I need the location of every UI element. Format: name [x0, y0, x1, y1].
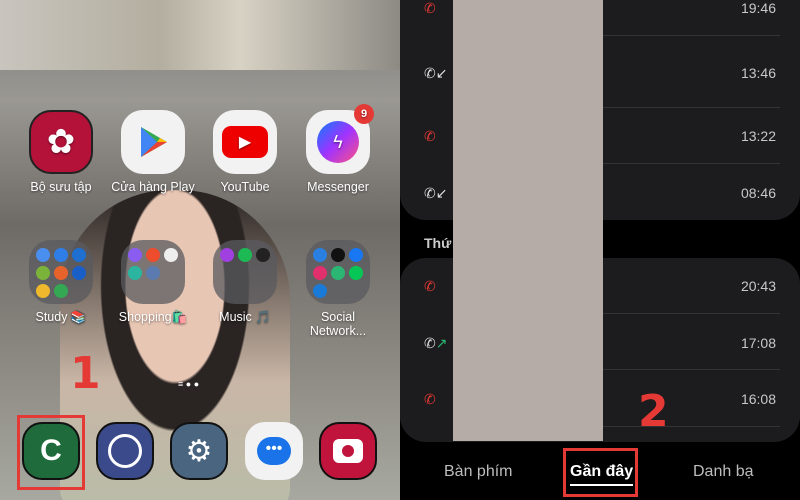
call-time: 13:46: [740, 65, 776, 81]
folder-icon: [213, 240, 277, 304]
folder-label: Music 🎵: [219, 310, 271, 324]
home-screen: ✿ Bộ sưu tập Cửa hàng Play ▶ YouTube ϟ9 …: [0, 0, 400, 500]
app-youtube[interactable]: ▶ YouTube: [200, 110, 290, 194]
settings-icon[interactable]: ⚙: [170, 422, 228, 480]
wallpaper-top: [0, 0, 400, 70]
camera-icon[interactable]: [319, 422, 377, 480]
messages-icon[interactable]: •••: [245, 422, 303, 480]
app-play-store[interactable]: Cửa hàng Play: [108, 110, 198, 194]
highlight-box-phone: [17, 415, 85, 490]
gallery-icon: ✿: [29, 110, 93, 174]
folder-study[interactable]: Study 📚: [16, 240, 106, 325]
folder-social[interactable]: Social Network...: [293, 240, 383, 338]
folder-icon: [29, 240, 93, 304]
redaction-block: [453, 0, 603, 441]
call-time: 08:46: [740, 185, 776, 201]
incoming-call-icon: ✆↙: [424, 185, 448, 201]
phone-recents-screen: ✆ 19:46 ✆↙ 13:46 ✆ 13:22 ✆↙ 08:46 Thứ ✆ 20:43…: [400, 0, 800, 500]
missed-call-icon: ✆: [424, 128, 436, 144]
notification-badge: 9: [354, 104, 374, 124]
outgoing-call-icon: ✆↗: [424, 335, 448, 351]
folder-music[interactable]: Music 🎵: [200, 240, 290, 325]
highlight-box-recents: [563, 448, 638, 497]
folder-shopping[interactable]: Shopping🛍️: [108, 240, 198, 325]
step-number-1: 1: [70, 348, 101, 399]
folder-icon: [306, 240, 370, 304]
call-time: 20:43: [740, 278, 776, 294]
app-label: Bộ sưu tập: [30, 180, 92, 194]
folder-label: Shopping🛍️: [118, 310, 188, 324]
call-time: 19:46: [740, 0, 776, 16]
step-number-2: 2: [638, 386, 669, 437]
missed-call-icon: ✆: [424, 0, 436, 16]
folder-icon: [121, 240, 185, 304]
missed-call-icon: ✆: [424, 391, 436, 407]
play-store-icon: [121, 110, 185, 174]
app-label: YouTube: [220, 180, 270, 194]
call-time: 16:08: [740, 391, 776, 407]
youtube-icon: ▶: [213, 110, 277, 174]
missed-call-icon: ✆: [424, 278, 436, 294]
folder-label: Social Network...: [309, 310, 367, 338]
call-time: 13:22: [740, 128, 776, 144]
tab-keypad[interactable]: Bàn phím: [444, 463, 512, 481]
app-label: Messenger: [307, 180, 369, 194]
tab-contacts[interactable]: Danh bạ: [693, 463, 754, 481]
app-label: Cửa hàng Play: [111, 180, 195, 194]
call-time: 17:08: [740, 335, 776, 351]
incoming-call-icon: ✆↙: [424, 65, 448, 81]
clock-icon[interactable]: [96, 422, 154, 480]
messenger-icon: ϟ9: [306, 104, 374, 174]
folder-label: Study 📚: [35, 310, 87, 324]
app-messenger[interactable]: ϟ9 Messenger: [293, 104, 383, 194]
page-indicator[interactable]: ≡ ● ●: [178, 379, 199, 389]
section-header: Thứ: [424, 235, 452, 251]
app-gallery[interactable]: ✿ Bộ sưu tập: [16, 110, 106, 194]
